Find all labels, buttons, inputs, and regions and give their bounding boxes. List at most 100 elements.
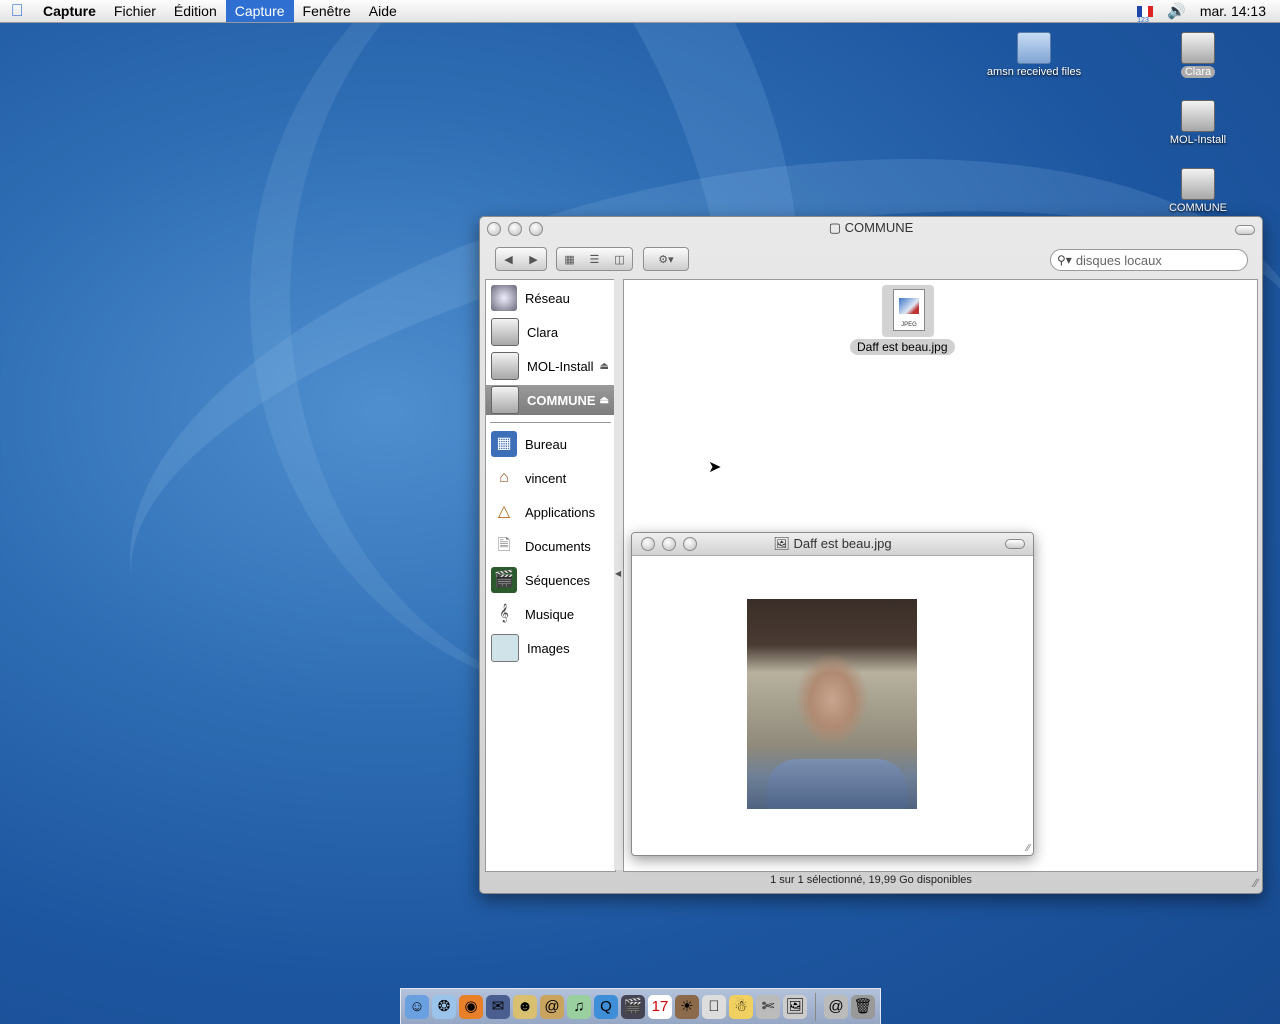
sidebar-item-reseau[interactable]: Réseau (486, 283, 615, 313)
back-arrow-icon[interactable]: ◀ (504, 253, 512, 266)
finder-sidebar: Réseau Clara MOL-Install ⏏ COMMUNE ⏏ ▦ B… (485, 279, 616, 872)
preview-dock-icon[interactable]: 🖼 (783, 994, 807, 1019)
finder-dock-icon[interactable]: ☺ (405, 994, 429, 1019)
hard-disk-icon (1181, 32, 1215, 64)
resize-grip-icon[interactable]: ∕∕ (1254, 876, 1258, 890)
search-field[interactable]: ⚲▾ disques locaux (1050, 249, 1248, 271)
sidebar-item-label: Bureau (525, 436, 567, 452)
sidebar-item-documents[interactable]: 🗎 Documents (486, 531, 615, 561)
column-view-icon[interactable]: ◫ (614, 253, 624, 266)
desktop-icon-label: Clara (1180, 66, 1216, 78)
sidebar-item-musique[interactable]: 𝄞 Musique (486, 599, 615, 629)
sidebar-item-label: Séquences (525, 572, 591, 588)
icon-view-icon[interactable]: ▦ (564, 253, 574, 266)
mail-dock-icon[interactable]: ✉ (486, 994, 510, 1019)
music-icon: 𝄞 (499, 605, 509, 622)
flag-sublabel: 123 (1137, 16, 1149, 24)
imovie-dock-icon[interactable]: 🎬 (621, 994, 645, 1019)
disk-title-icon: ▢ (828, 220, 842, 235)
sidebar-item-applications[interactable]: △ Applications (486, 497, 615, 527)
menu-aide[interactable]: Aide (360, 0, 406, 22)
menu-bar:  Capture Fichier Édition Capture Fenêtr… (0, 0, 1280, 24)
preview-window: 🖼 Daff est beau.jpg ∕∕ (631, 532, 1034, 856)
back-forward-buttons: ◀ ▶ (495, 247, 547, 271)
menu-clock[interactable]: mar. 14:13 (1200, 3, 1266, 19)
downloads-dock-icon[interactable]: @ (824, 994, 848, 1019)
firefox-dock-icon[interactable]: ◉ (459, 994, 483, 1019)
menu-edition[interactable]: Édition (165, 0, 226, 22)
safari-dock-icon[interactable]: ❂ (432, 994, 456, 1019)
window-title: ▢ COMMUNE (480, 220, 1262, 236)
list-view-icon[interactable]: ☰ (590, 253, 600, 266)
desktop-icon-label: MOL-Install (1169, 134, 1227, 146)
preview-title: 🖼 Daff est beau.jpg (632, 536, 1033, 552)
search-icon: ⚲▾ (1057, 253, 1072, 267)
disk-icon (491, 352, 519, 380)
sidebar-item-label: Clara (527, 324, 559, 340)
eject-icon[interactable]: ⏏ (600, 395, 609, 406)
sidebar-item-clara[interactable]: Clara (486, 317, 615, 347)
sidebar-item-mol-install[interactable]: MOL-Install ⏏ (486, 351, 615, 381)
menu-capture[interactable]: Capture (225, 0, 294, 22)
desktop-icon-mol-install[interactable]: MOL-Install (1143, 100, 1253, 146)
trash-dock-icon[interactable]: 🗑 (851, 994, 875, 1019)
preview-resize-grip-icon[interactable]: ∕∕ (1027, 843, 1030, 854)
menu-fichier[interactable]: Fichier (105, 0, 165, 22)
sidebar-item-label: Documents (525, 538, 591, 554)
dashboard-dock-icon[interactable]: ☃ (729, 994, 753, 1019)
sidebar-item-label: MOL-Install (527, 358, 594, 374)
iphoto-dock-icon[interactable]: ☀ (675, 994, 699, 1019)
desktop-icon-label: COMMUNE (1168, 202, 1228, 214)
dock-separator (815, 992, 816, 1021)
input-source-flag-icon[interactable]: 123 (1137, 5, 1154, 24)
sidebar-item-label: Applications (525, 504, 596, 520)
desktop-icon-commune[interactable]: COMMUNE (1143, 168, 1253, 214)
applications-icon: △ (497, 503, 511, 520)
resize-dot-icon: ◀ (615, 569, 622, 578)
address-book-dock-icon[interactable]: @ (540, 994, 564, 1019)
sidebar-item-bureau[interactable]: ▦ Bureau (486, 429, 615, 459)
pictures-icon (491, 634, 519, 662)
file-item-label[interactable]: Daff est beau.jpg (850, 339, 955, 355)
sidebar-item-sequences[interactable]: 🎬 Séquences (486, 565, 615, 595)
view-mode-buttons: ▦ ☰ ◫ (556, 247, 633, 271)
sidebar-item-label: Réseau (525, 290, 570, 306)
toolbar-toggle-button[interactable] (1235, 225, 1255, 235)
sidebar-item-vincent[interactable]: ⌂ vincent (486, 463, 615, 493)
file-item-jpeg[interactable]: JPEG (882, 285, 934, 337)
capture-dock-icon[interactable]: ✄ (756, 994, 780, 1019)
app-menu[interactable]: Capture (34, 0, 105, 22)
action-menu-button[interactable]: ⚙▾ (643, 247, 689, 271)
dock: ☺ ❂ ◉ ✉ ☻ @ ♫ Q 🎬 17 ☀  ☃ ✄ 🖼 @ 🗑 (400, 988, 881, 1024)
system-prefs-dock-icon[interactable]:  (702, 994, 726, 1019)
movies-icon: 🎬 (491, 567, 517, 593)
window-title-text: COMMUNE (844, 220, 914, 235)
disk-icon (491, 386, 519, 414)
itunes-dock-icon[interactable]: ♫ (567, 994, 591, 1019)
quicktime-dock-icon[interactable]: Q (594, 994, 618, 1019)
ichat-dock-icon[interactable]: ☻ (513, 994, 537, 1019)
preview-title-text: Daff est beau.jpg (793, 536, 892, 551)
sidebar-item-commune[interactable]: COMMUNE ⏏ (486, 385, 615, 415)
sidebar-resize-handle[interactable]: ◀ (614, 279, 623, 870)
apple-menu-icon[interactable]:  (0, 1, 34, 21)
forward-arrow-icon[interactable]: ▶ (529, 253, 537, 266)
search-value: disques locaux (1075, 252, 1162, 268)
desktop-icon-label: amsn received files (986, 66, 1082, 78)
folder-icon (1017, 32, 1051, 64)
menu-fenetre[interactable]: Fenêtre (294, 0, 360, 22)
preview-image (747, 599, 917, 809)
desktop-icon-clara[interactable]: Clara (1143, 32, 1253, 78)
image-file-icon: 🖼 (773, 536, 790, 551)
file-type-tag: JPEG (901, 322, 917, 328)
volume-icon[interactable]: 🔊 (1167, 2, 1186, 20)
desktop-icon: ▦ (491, 431, 517, 457)
network-icon (491, 285, 517, 311)
desktop-icon-amsn-folder[interactable]: amsn received files (979, 32, 1089, 78)
preview-toolbar-toggle[interactable] (1005, 539, 1025, 549)
sidebar-item-label: vincent (525, 470, 567, 486)
status-bar: 1 sur 1 sélectionné, 19,99 Go disponible… (770, 874, 972, 886)
eject-icon[interactable]: ⏏ (600, 361, 609, 372)
sidebar-item-images[interactable]: Images (486, 633, 615, 663)
ical-dock-icon[interactable]: 17 (648, 994, 672, 1019)
